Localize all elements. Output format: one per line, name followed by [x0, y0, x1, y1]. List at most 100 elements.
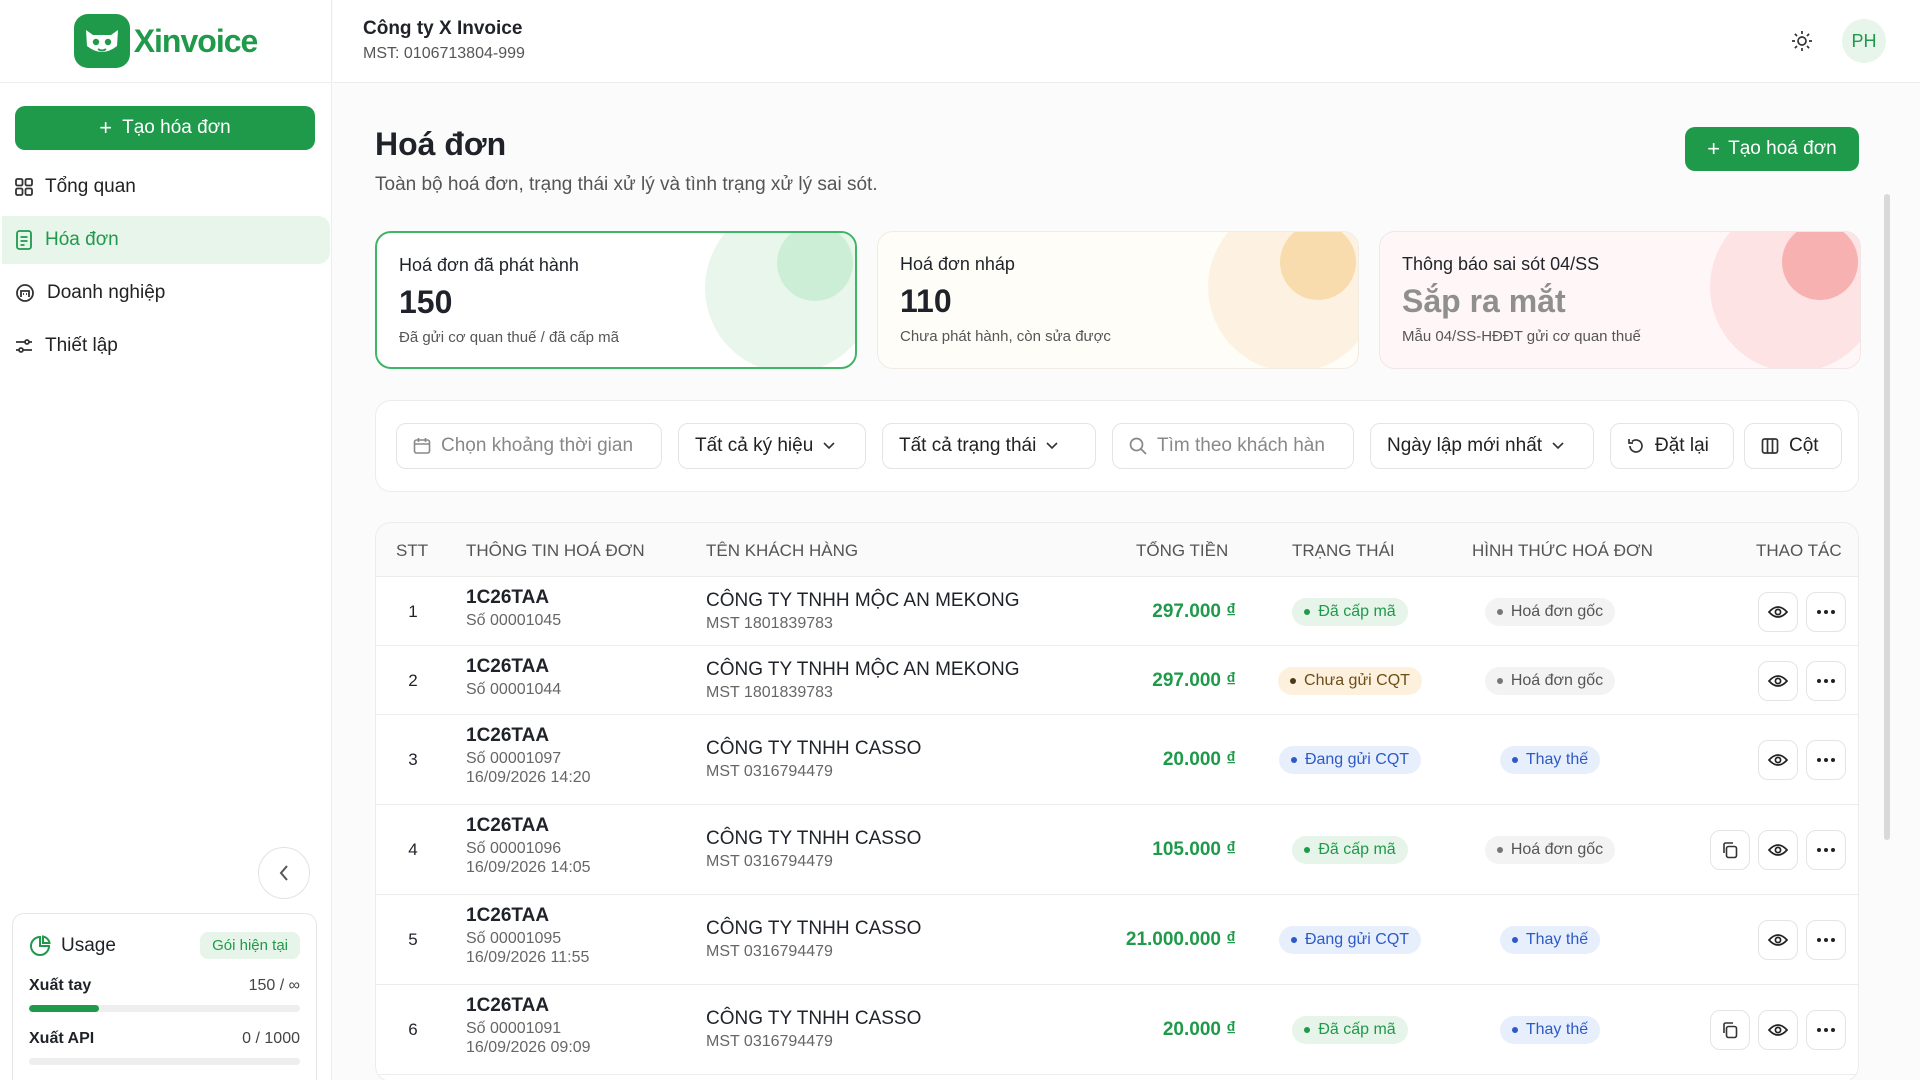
view-invoice-button[interactable]: [1758, 920, 1798, 960]
copy-invoice-button[interactable]: [1710, 830, 1750, 870]
row-status: Đã cấp mã: [1270, 597, 1430, 626]
table-row[interactable]: 6 1C26TAA Số 00001091 16/09/2026 09:09 C…: [376, 985, 1858, 1075]
form-dot: [1511, 1027, 1518, 1033]
table-row[interactable]: 3 1C26TAA Số 00001097 16/09/2026 14:20 C…: [376, 715, 1858, 805]
pie-chart-icon: [30, 934, 51, 956]
column-header-total[interactable]: TỔNG TIỀN: [1136, 541, 1228, 561]
sidebar-item-business[interactable]: Doanh nghiệp: [2, 269, 330, 317]
copy-invoice-button[interactable]: [1710, 1010, 1750, 1050]
row-invoice-info: 1C26TAA Số 00001045: [466, 587, 561, 630]
row-stt: 1: [408, 601, 418, 621]
column-header-invoice-info[interactable]: THÔNG TIN HOÁ ĐƠN: [466, 541, 645, 561]
row-stt: 3: [408, 750, 418, 769]
form-text: Hoá đơn gốc: [1510, 602, 1604, 620]
invoice-form-badge: Thay thế: [1499, 926, 1601, 954]
customer-name: CÔNG TY TNHH CASSO: [706, 1008, 922, 1029]
table-row[interactable]: 1 1C26TAA Số 00001045 CÔNG TY TNHH MỘC A…: [376, 577, 1858, 646]
column-header-customer[interactable]: TÊN KHÁCH HÀNG: [706, 541, 858, 561]
symbol-select[interactable]: Tất cả ký hiệu: [678, 423, 866, 469]
document-icon: [16, 230, 32, 250]
sidebar-item-overview[interactable]: Tổng quan: [2, 163, 330, 211]
sort-select[interactable]: Ngày lập mới nhất: [1370, 423, 1594, 469]
sidebar-item-label: Hóa đơn: [45, 229, 119, 250]
sidebar-item-settings[interactable]: Thiết lập: [2, 322, 330, 370]
table-row[interactable]: 4 1C26TAA Số 00001096 16/09/2026 14:05 C…: [376, 805, 1858, 895]
more-actions-button[interactable]: [1806, 830, 1846, 870]
company-name: Công ty X Invoice: [363, 18, 523, 39]
current-plan-badge[interactable]: Gói hiện tại: [200, 932, 300, 959]
eye-icon: [1768, 674, 1788, 687]
view-invoice-button[interactable]: [1758, 830, 1798, 870]
top-bar: Công ty X Invoice MST: 0106713804-999 PH: [333, 0, 1920, 83]
row-status: Chưa gửi CQT: [1270, 666, 1430, 695]
view-invoice-button[interactable]: [1758, 660, 1798, 701]
more-actions-button[interactable]: [1806, 591, 1846, 632]
collapse-sidebar-button[interactable]: [258, 847, 310, 899]
chevron-down-icon: [1046, 442, 1058, 450]
invoice-form-badge: Thay thế: [1499, 1016, 1601, 1044]
sun-icon: [1792, 31, 1812, 51]
customer-name: CÔNG TY TNHH MỘC AN MEKONG: [706, 658, 1020, 680]
view-invoice-button[interactable]: [1758, 740, 1798, 780]
row-customer: CÔNG TY TNHH CASSO MST 0316794479: [706, 1008, 921, 1051]
invoice-number: Số 00001096: [466, 840, 562, 857]
columns-button[interactable]: Cột: [1744, 423, 1842, 469]
avatar[interactable]: PH: [1842, 19, 1886, 63]
reset-label: Đặt lại: [1655, 435, 1709, 456]
view-invoice-button[interactable]: [1758, 1010, 1798, 1050]
company-info[interactable]: Công ty X Invoice MST: 0106713804-999: [363, 18, 525, 63]
more-horizontal-icon: [1817, 609, 1835, 614]
customer-search-input[interactable]: Tìm theo khách hàn: [1112, 423, 1354, 469]
invoice-total: 20.000 ₫: [1162, 1019, 1236, 1040]
card-issued-invoices[interactable]: Hoá đơn đã phát hành 150 Đã gửi cơ quan …: [375, 231, 857, 369]
row-stt: 6: [408, 1020, 418, 1039]
search-icon: [1129, 437, 1147, 455]
reset-filters-button[interactable]: Đặt lại: [1610, 423, 1734, 469]
calendar-icon: [413, 438, 431, 454]
row-status: Đã cấp mã: [1270, 836, 1430, 864]
create-invoice-label: Tạo hoá đơn: [1728, 138, 1837, 159]
status-text: Đang gửi CQT: [1304, 751, 1410, 768]
column-header-stt[interactable]: STT: [396, 541, 428, 561]
card-error-notice[interactable]: Thông báo sai sót 04/SS Sắp ra mắt Mẫu 0…: [1379, 231, 1861, 369]
scrollbar[interactable]: [1884, 194, 1890, 840]
card-draft-invoices[interactable]: Hoá đơn nháp 110 Chưa phát hành, còn sửa…: [877, 231, 1359, 369]
columns-label: Cột: [1789, 435, 1819, 456]
usage-panel: Usage Gói hiện tại Xuất tay 150 / ∞ Xuất…: [12, 913, 317, 1080]
more-horizontal-icon: [1817, 938, 1835, 942]
invoice-number: Số 00001091: [466, 1020, 562, 1037]
column-header-form[interactable]: HÌNH THỨC HOÁ ĐƠN: [1472, 541, 1653, 561]
status-select[interactable]: Tất cả trạng thái: [882, 423, 1096, 469]
invoice-form-badge: Hoá đơn gốc: [1484, 836, 1616, 864]
table-row[interactable]: 5 1C26TAA Số 00001095 16/09/2026 11:55 C…: [376, 895, 1858, 985]
plus-icon: +: [1707, 136, 1721, 161]
more-actions-button[interactable]: [1806, 740, 1846, 780]
more-actions-button[interactable]: [1806, 920, 1846, 960]
row-invoice-info: 1C26TAA Số 00001096 16/09/2026 14:05: [466, 815, 591, 877]
copy-icon: [1723, 842, 1738, 859]
customer-tax-code: MST 0316794479: [706, 853, 833, 870]
sidebar-item-invoices[interactable]: Hóa đơn: [2, 216, 330, 264]
invoice-form-badge: Hoá đơn gốc: [1484, 597, 1616, 626]
status-badge: Đã cấp mã: [1292, 597, 1408, 626]
table-row[interactable]: 2 1C26TAA Số 00001044 CÔNG TY TNHH MỘC A…: [376, 646, 1858, 715]
card-value: 150: [399, 284, 453, 320]
theme-toggle-button[interactable]: [1786, 25, 1818, 57]
column-header-status[interactable]: TRẠNG THÁI: [1292, 541, 1395, 561]
view-invoice-button[interactable]: [1758, 591, 1798, 632]
more-actions-button[interactable]: [1806, 1010, 1846, 1050]
date-range-picker[interactable]: Chọn khoảng thời gian: [396, 423, 662, 469]
create-invoice-button[interactable]: + Tạo hoá đơn: [1685, 127, 1859, 171]
invoice-symbol: 1C26TAA: [466, 656, 550, 677]
sidebar-create-invoice-button[interactable]: + Tạo hóa đơn: [15, 106, 315, 150]
more-actions-button[interactable]: [1806, 660, 1846, 701]
row-customer: CÔNG TY TNHH MỘC AN MEKONG MST 180183978…: [706, 590, 1020, 633]
more-horizontal-icon: [1817, 1028, 1835, 1032]
logo[interactable]: Xinvoice: [73, 14, 258, 68]
row-customer: CÔNG TY TNHH CASSO MST 0316794479: [706, 738, 921, 781]
status-text: Đang gửi CQT: [1304, 931, 1410, 948]
row-stt: 2: [408, 670, 418, 690]
usage-manual-value: 150 / ∞: [248, 977, 300, 994]
status-dot: [1290, 757, 1297, 763]
invoice-symbol: 1C26TAA: [466, 905, 550, 926]
